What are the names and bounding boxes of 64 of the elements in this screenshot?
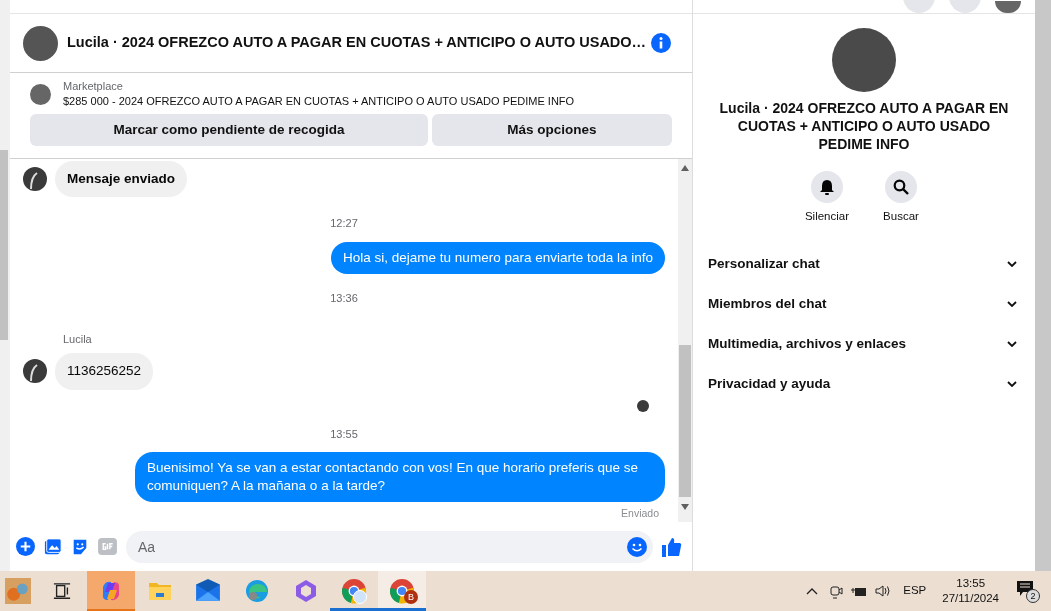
clock-date[interactable]: 27/11/2024 (942, 591, 999, 606)
profile-badge: B (404, 590, 418, 604)
battery-icon[interactable] (851, 585, 868, 597)
timestamp: 13:36 (330, 290, 358, 306)
scroll-down-icon[interactable] (681, 504, 689, 510)
message-bubble: 1136256252 (55, 353, 154, 390)
notification-count: 2 (1026, 589, 1040, 603)
thumbs-up-icon[interactable] (662, 536, 682, 557)
scroll-up-icon[interactable] (681, 165, 689, 171)
speaker-icon[interactable] (875, 585, 892, 597)
section-toggle[interactable]: Miembros del chat (708, 284, 1020, 325)
section-toggle[interactable]: Privacidad y ayuda (708, 364, 1020, 405)
section-label: Multimedia, archivos y enlaces (708, 335, 907, 354)
bell-button[interactable] (811, 171, 843, 203)
notifications-button[interactable]: 2 (1017, 578, 1041, 604)
edge-app-icon (244, 579, 269, 603)
chevron-up-icon[interactable] (806, 587, 819, 595)
account-avatar[interactable] (995, 1, 1021, 13)
bell-icon (819, 179, 835, 195)
plus-icon[interactable] (16, 537, 35, 556)
section-label: Personalizar chat (708, 255, 820, 274)
sticker-icon[interactable] (71, 537, 89, 556)
m365-app-icon (293, 579, 318, 603)
read-receipt-avatar (637, 399, 649, 412)
listing-photo (30, 84, 51, 105)
info-icon[interactable] (651, 33, 671, 53)
camera-icon[interactable] (830, 583, 844, 599)
language-indicator[interactable]: ESP (903, 582, 927, 600)
action-button[interactable]: Más opciones (432, 114, 672, 146)
section-label: Privacidad y ayuda (708, 375, 831, 394)
sender-name: Lucila (63, 333, 92, 346)
active-indicator (87, 609, 135, 611)
message-bubble: Buenisimo! Ya se van a estar contactando con vos! En que horario preferis que se comuniquen? A la mañana o a la tarde? (135, 452, 665, 502)
action-label: Silenciar (804, 209, 850, 224)
section-label: Miembros del chat (708, 295, 827, 314)
action-label: Buscar (883, 209, 919, 224)
message-bubble: Mensaje enviado (55, 161, 188, 198)
section-toggle[interactable]: Personalizar chat (708, 244, 1020, 285)
search-button[interactable] (885, 171, 917, 203)
image-icon[interactable] (44, 537, 62, 556)
avatar-photo[interactable] (23, 25, 58, 61)
sender-avatar (23, 359, 47, 384)
page-scrollbar[interactable] (1035, 0, 1051, 571)
message-bubble: Hola si, dejame tu numero para enviarte toda la info (331, 241, 665, 274)
conversation-title: Lucila · 2024 OFREZCO AUTO A PAGAR EN CUOTAS + ANTICIPO O AUTO USADO PEDIME INFO (718, 99, 1010, 153)
chat-title: Lucila · 2024 OFREZCO AUTO A PAGAR EN CUOTAS + ANTICIPO O AUTO USADO… (67, 33, 648, 53)
listing-title: $285 000 - 2024 OFREZCO AUTO A PAGAR EN CUOTAS + ANTICIPO O AUTO USADO PEDIME INFO (63, 94, 575, 109)
message-status: Enviado (621, 506, 659, 521)
scrollbar[interactable] (679, 345, 691, 497)
action-button[interactable]: Marcar como pendiente de recogida (30, 114, 428, 146)
scrollbar[interactable] (0, 150, 8, 340)
timestamp: 13:55 (330, 426, 358, 442)
photo-app-icon (5, 578, 31, 604)
mail-app-icon (195, 578, 221, 604)
search-icon (893, 179, 909, 195)
taskview-app-icon (52, 582, 71, 600)
section-toggle[interactable]: Multimedia, archivos y enlaces (708, 324, 1020, 365)
emoji-icon[interactable] (627, 536, 647, 557)
sender-avatar (23, 167, 47, 192)
message-field[interactable]: Aa (126, 530, 653, 563)
timestamp: 12:27 (330, 216, 358, 232)
taskbar-button[interactable]: B (378, 571, 426, 611)
marketplace-label: Marketplace (63, 79, 124, 93)
clock-time[interactable]: 13:55 (956, 576, 986, 591)
